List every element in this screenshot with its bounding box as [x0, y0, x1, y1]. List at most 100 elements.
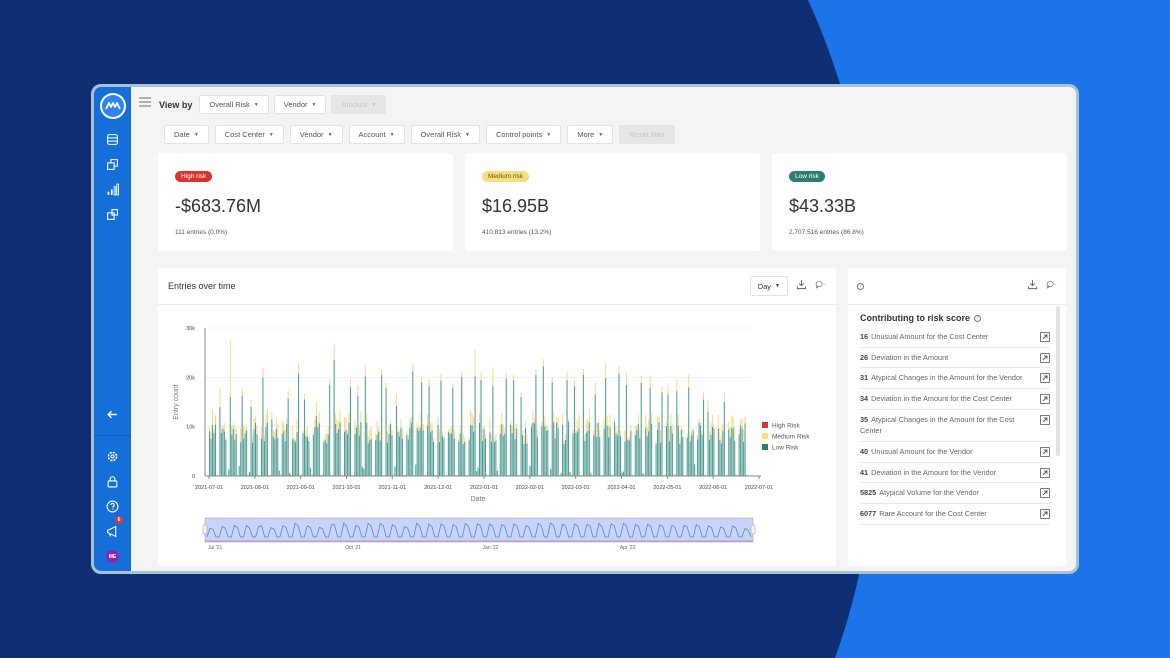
- bar-low-risk: [489, 432, 491, 476]
- logo[interactable]: [99, 93, 126, 119]
- navigator-left-handle[interactable]: [202, 524, 208, 535]
- filter-cost-center[interactable]: Cost Center ▼: [214, 125, 284, 144]
- kpi-card-medium-risk[interactable]: Medium risk $16.95B 410,813 entries (13.…: [465, 153, 760, 251]
- open-external-button[interactable]: [1040, 332, 1050, 342]
- filter-control-points[interactable]: Control points ▼: [485, 125, 562, 144]
- filter-vendor[interactable]: Vendor ▼: [289, 125, 343, 144]
- menu-button[interactable]: [139, 94, 151, 112]
- filter-account[interactable]: Account ▼: [348, 125, 405, 144]
- risk-list-item[interactable]: 31 Atypical Changes in the Amount for the…: [860, 368, 1050, 390]
- risk-list-item[interactable]: 26 Deviation in the Amount: [860, 348, 1050, 369]
- x-tick-label: 2022-06-01: [699, 485, 727, 491]
- bar-medium-risk: [584, 434, 586, 442]
- bar-low-risk: [367, 443, 369, 476]
- bar-medium-risk: [369, 429, 371, 440]
- help-button[interactable]: [94, 494, 131, 519]
- bar-medium-risk: [387, 430, 389, 443]
- help-icon[interactable]: ?: [857, 282, 864, 290]
- filter-overall-risk[interactable]: Overall Risk ▼: [410, 125, 480, 144]
- bar-medium-risk: [389, 420, 392, 424]
- settings-button[interactable]: [94, 444, 131, 469]
- bar-medium-risk: [645, 414, 647, 429]
- sidebar-item-copy[interactable]: [94, 152, 131, 177]
- y-tick-label: 0: [192, 474, 195, 480]
- scrollbar[interactable]: [1056, 306, 1060, 456]
- open-external-button[interactable]: [1040, 414, 1050, 425]
- download-button[interactable]: [796, 277, 807, 295]
- sidebar-item-analytics[interactable]: [94, 177, 131, 202]
- filter-label: Control points: [495, 130, 543, 139]
- open-external-button[interactable]: [1040, 373, 1050, 384]
- open-external-button[interactable]: [1040, 467, 1050, 478]
- bar-medium-risk: [262, 367, 264, 378]
- bar-low-risk: [243, 438, 245, 476]
- user-avatar[interactable]: ME: [106, 550, 119, 563]
- bar-low-risk: [462, 443, 464, 476]
- bar-medium-risk: [612, 473, 614, 476]
- view-by-overall-risk-dropdown[interactable]: Overall Risk ▼: [199, 95, 269, 114]
- help-icon[interactable]: ?: [974, 314, 982, 322]
- risk-list-item[interactable]: 40 Unusual Amount for the Vendor: [860, 442, 1050, 463]
- bar-low-risk: [606, 425, 608, 476]
- bar-medium-risk: [324, 433, 326, 440]
- risk-list-item[interactable]: 35 Atypical Changes in the Amount for the…: [860, 410, 1050, 443]
- open-external-button[interactable]: [1040, 509, 1050, 520]
- risk-badge: Medium risk: [482, 171, 530, 182]
- risk-list-item[interactable]: 16 Unusual Amount for the Cost Center: [860, 327, 1050, 348]
- bar-medium-risk: [621, 471, 623, 473]
- bar-medium-risk: [295, 439, 297, 443]
- bar-medium-risk: [522, 429, 524, 436]
- comment-button[interactable]: [1046, 277, 1057, 295]
- navigator-right-handle[interactable]: [750, 524, 756, 535]
- bar-low-risk: [544, 426, 546, 476]
- open-external-button[interactable]: [1040, 394, 1050, 405]
- bar-medium-risk: [516, 423, 518, 429]
- filter-more[interactable]: More ▼: [567, 125, 614, 144]
- open-external-button[interactable]: [1040, 447, 1050, 458]
- risk-list-item[interactable]: 5825 Atypical Volume for the Vendor: [860, 483, 1050, 505]
- open-external-button[interactable]: [1040, 488, 1050, 499]
- bar-low-risk: [437, 424, 439, 476]
- risk-list: 16 Unusual Amount for the Cost Center 26 De…: [860, 327, 1054, 525]
- bar-low-risk: [298, 373, 300, 476]
- bar-low-risk: [609, 427, 611, 476]
- bar-low-risk: [473, 431, 475, 476]
- filter-date[interactable]: Date ▼: [164, 125, 209, 144]
- bar-medium-risk: [701, 430, 703, 435]
- open-external-button[interactable]: [1040, 352, 1050, 363]
- bar-medium-risk: [430, 423, 432, 433]
- bar-medium-risk: [743, 429, 745, 442]
- x-tick-label: 2022-03-01: [562, 485, 590, 491]
- kpi-card-high-risk[interactable]: High risk -$683.76M 111 entries (0.0%): [158, 153, 453, 251]
- sidebar-item-export[interactable]: [94, 202, 131, 227]
- granularity-dropdown[interactable]: Day ▼: [749, 276, 788, 296]
- x-tick-label: 2021-07-01: [195, 485, 223, 491]
- risk-list-item[interactable]: 34 Deviation in the Amount for the Cost C…: [860, 389, 1050, 410]
- bar-low-risk: [410, 422, 412, 476]
- bar-low-risk: [240, 442, 242, 476]
- lock-button[interactable]: [94, 469, 131, 494]
- sidebar-item-data[interactable]: [94, 127, 131, 152]
- bar-medium-risk: [722, 424, 724, 432]
- bar-low-risk: [348, 422, 350, 476]
- risk-list-item[interactable]: 6077 Rare Account for the Cost Center: [860, 504, 1050, 525]
- risk-list-item[interactable]: 41 Deviation in the Amount for the Vendor: [860, 463, 1050, 484]
- bar-low-risk: [302, 433, 304, 476]
- kpi-card-low-risk[interactable]: Low risk $43.33B 2,707,516 entries (86.8…: [772, 153, 1067, 251]
- bar-medium-risk: [520, 392, 522, 398]
- bar-low-risk: [370, 438, 372, 476]
- comment-button[interactable]: [815, 277, 826, 295]
- bar-medium-risk: [266, 408, 268, 423]
- bar-low-risk: [210, 438, 212, 476]
- bar-medium-risk: [346, 430, 349, 435]
- bar-low-risk: [634, 434, 636, 476]
- bar-medium-risk: [459, 424, 461, 434]
- view-by-vendor-dropdown[interactable]: Vendor ▼: [273, 95, 327, 114]
- bar-medium-risk: [381, 369, 383, 375]
- download-button[interactable]: [1027, 277, 1038, 295]
- bar-low-risk: [616, 435, 619, 476]
- announcements-button[interactable]: 6: [94, 516, 131, 544]
- bar-medium-risk: [741, 419, 743, 429]
- entries-chart[interactable]: 0 10k 20k 30k Entry count 2021-07-01 2021-08-0…: [158, 306, 836, 564]
- collapse-sidebar-button[interactable]: [94, 402, 131, 427]
